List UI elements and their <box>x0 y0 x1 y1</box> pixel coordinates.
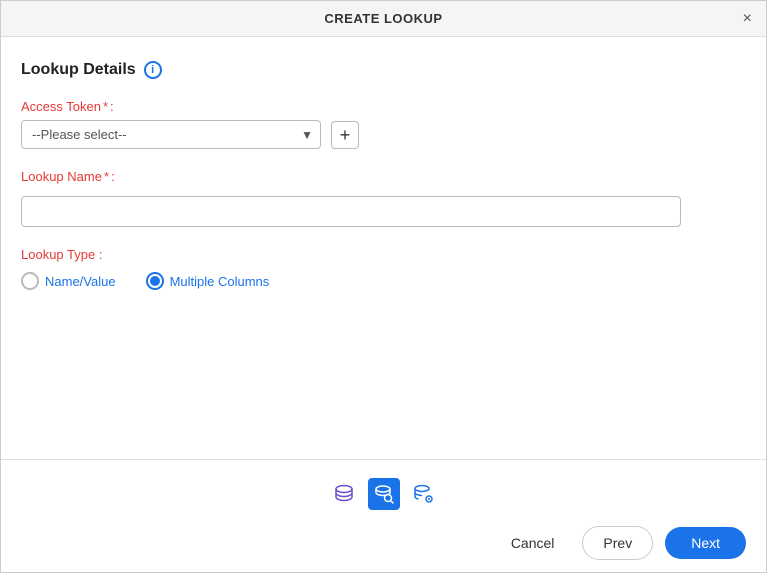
add-token-button[interactable]: + <box>331 121 359 149</box>
radio-name-value[interactable]: Name/Value <box>21 272 116 290</box>
dialog-footer: Cancel Prev Next <box>1 459 766 572</box>
section-title: Lookup Details i <box>21 61 746 79</box>
lookup-type-radio-group: Name/Value Multiple Columns <box>21 272 746 290</box>
access-token-select-wrapper: --Please select-- ▼ <box>21 120 321 149</box>
radio-label-multiple-columns: Multiple Columns <box>170 274 270 289</box>
prev-button[interactable]: Prev <box>582 526 653 560</box>
info-icon[interactable]: i <box>144 61 162 79</box>
access-token-field: Access Token * : --Please select-- ▼ + <box>21 99 746 149</box>
search-database-icon[interactable] <box>368 478 400 510</box>
footer-buttons: Cancel Prev Next <box>21 518 746 562</box>
lookup-type-label: Lookup Type : <box>21 247 746 262</box>
next-button[interactable]: Next <box>665 527 746 559</box>
dialog-body: Lookup Details i Access Token * : --Plea… <box>1 37 766 459</box>
lookup-name-input[interactable] <box>21 196 681 227</box>
lookup-name-field: Lookup Name * : <box>21 169 746 227</box>
close-button[interactable]: × <box>743 11 752 27</box>
cancel-button[interactable]: Cancel <box>495 527 571 559</box>
radio-label-name-value: Name/Value <box>45 274 116 289</box>
radio-circle-multiple-columns <box>146 272 164 290</box>
footer-icons <box>21 470 746 518</box>
database-icon[interactable] <box>328 478 360 510</box>
section-title-text: Lookup Details <box>21 61 136 79</box>
dialog-title: CREATE LOOKUP <box>324 11 442 26</box>
radio-circle-name-value <box>21 272 39 290</box>
create-lookup-dialog: CREATE LOOKUP × Lookup Details i Access … <box>0 0 767 573</box>
dialog-header: CREATE LOOKUP × <box>1 1 766 37</box>
radio-multiple-columns[interactable]: Multiple Columns <box>146 272 270 290</box>
access-token-label: Access Token * : <box>21 99 746 114</box>
lookup-name-label: Lookup Name * : <box>21 169 746 184</box>
database-settings-icon[interactable] <box>408 478 440 510</box>
lookup-type-field: Lookup Type : Name/Value Multiple Column… <box>21 247 746 290</box>
access-token-select[interactable]: --Please select-- <box>21 120 321 149</box>
access-token-row: --Please select-- ▼ + <box>21 120 746 149</box>
